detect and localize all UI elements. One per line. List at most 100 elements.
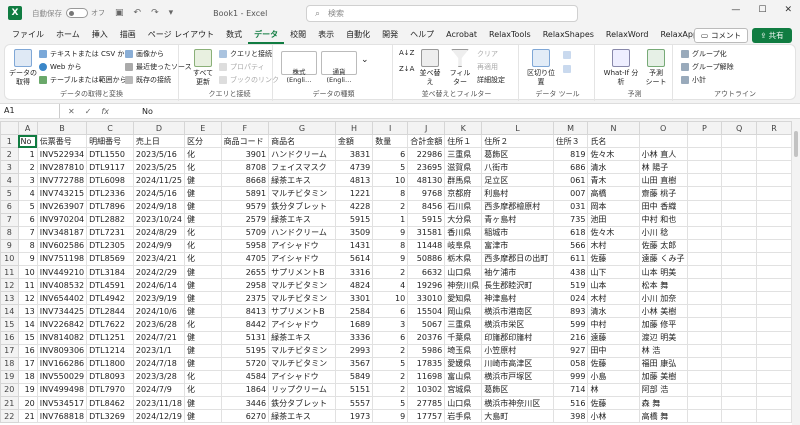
tab-1[interactable]: ホーム	[50, 26, 86, 44]
flash-fill-icon[interactable]	[563, 51, 571, 59]
row-header[interactable]: 17	[0, 343, 19, 358]
cell[interactable]: 健	[183, 304, 222, 319]
cell[interactable]: 小林 美樹	[638, 304, 688, 319]
row-header[interactable]: 8	[0, 225, 19, 240]
tab-10[interactable]: 開発	[376, 26, 404, 44]
column-header[interactable]: F	[220, 121, 270, 136]
filter-button[interactable]: フィルター	[447, 49, 473, 87]
cell[interactable]: INV654402	[36, 291, 88, 306]
cell[interactable]: 滋賀県	[444, 160, 483, 175]
cell[interactable]: 鉄分タブレット	[268, 395, 336, 411]
cell[interactable]: DTL6098	[86, 173, 134, 188]
web-button[interactable]: Web から	[39, 62, 82, 72]
cell[interactable]: 袖ケ浦市	[481, 265, 554, 280]
cell[interactable]: 化	[183, 317, 222, 332]
cell[interactable]: 岐阜県	[444, 238, 483, 253]
cell[interactable]: DTL8462	[86, 395, 134, 411]
cell[interactable]	[756, 147, 792, 162]
cell[interactable]: 2023/11/18	[132, 395, 185, 411]
cell[interactable]: 5	[372, 160, 409, 175]
cell[interactable]: 化	[183, 382, 222, 397]
cell[interactable]: 高橋 舞	[638, 409, 688, 424]
cell[interactable]	[721, 369, 758, 384]
tab-6[interactable]: データ	[248, 26, 285, 44]
clear-button[interactable]: クリア	[477, 49, 498, 59]
cell[interactable]: INV734425	[36, 304, 88, 319]
reapply-button[interactable]: 再適用	[477, 62, 498, 72]
cell[interactable]: INV814082	[36, 330, 88, 345]
cell[interactable]: 利島村	[481, 186, 554, 201]
cell[interactable]: 15504	[407, 304, 446, 319]
cell[interactable]: 化	[183, 147, 222, 162]
cell[interactable]: 加藤 美樹	[638, 369, 688, 384]
cell[interactable]	[756, 317, 792, 332]
tab-13[interactable]: RelaxTools	[483, 26, 537, 44]
cell[interactable]: 9	[372, 225, 409, 240]
cell[interactable]: DTL1251	[86, 330, 134, 345]
cell[interactable]: 3	[372, 317, 409, 332]
cell[interactable]: 5720	[220, 356, 270, 371]
cell[interactable]: 化	[183, 251, 222, 267]
cell[interactable]: 1864	[220, 382, 270, 397]
cell[interactable]: 田中	[587, 343, 640, 358]
cell[interactable]: 林	[587, 382, 640, 397]
cell[interactable]: 3567	[334, 356, 374, 371]
cell[interactable]: 5	[17, 199, 38, 214]
cell[interactable]: No	[17, 134, 38, 149]
cell[interactable]	[686, 278, 723, 293]
cell[interactable]: 八街市	[481, 160, 554, 175]
cell[interactable]	[686, 212, 723, 227]
tab-11[interactable]: ヘルプ	[404, 26, 440, 44]
cell[interactable]: INV751198	[36, 251, 88, 267]
cell[interactable]	[756, 186, 792, 201]
cell[interactable]: 三重県	[444, 317, 483, 332]
cell[interactable]: 神奈川県	[444, 278, 483, 293]
cell[interactable]: 住所２	[481, 134, 554, 149]
cell[interactable]: 遠藤 くみ子	[638, 251, 688, 267]
cell[interactable]	[686, 317, 723, 332]
recent-sources-button[interactable]: 最近使ったソース	[125, 62, 192, 72]
column-header[interactable]: R	[756, 121, 792, 136]
cell[interactable]: 足立区	[481, 173, 554, 188]
cell[interactable]: 398	[552, 409, 589, 424]
cell[interactable]: 横浜市戸塚区	[481, 369, 554, 384]
cell[interactable]: INV550029	[36, 369, 88, 384]
cell[interactable]: 林 陽子	[638, 160, 688, 175]
cell[interactable]: 2	[372, 382, 409, 397]
cell[interactable]: サプリメントB	[268, 304, 336, 319]
existing-connections-button[interactable]: 既存の接続	[125, 75, 171, 85]
cell[interactable]: DTL1214	[86, 343, 134, 358]
cell[interactable]: 2993	[334, 343, 374, 358]
row-header[interactable]: 18	[0, 356, 19, 371]
tab-9[interactable]: 自動化	[340, 26, 376, 44]
cell[interactable]: 栃木県	[444, 251, 483, 267]
cell[interactable]	[721, 147, 758, 162]
cell[interactable]: 20376	[407, 330, 446, 345]
cell[interactable]: 長生郡睦沢町	[481, 278, 554, 293]
cell[interactable]: DTL2844	[86, 304, 134, 319]
cell[interactable]: 緑茶エキス	[268, 409, 336, 424]
cell[interactable]: 2023/10/24	[132, 212, 185, 227]
cell[interactable]: 2024/6/14	[132, 278, 185, 293]
cell[interactable]	[686, 395, 723, 411]
cell[interactable]	[721, 186, 758, 201]
cell[interactable]	[756, 173, 792, 188]
tab-12[interactable]: Acrobat	[440, 26, 483, 44]
column-header[interactable]: N	[587, 121, 640, 136]
cell[interactable]: 3336	[334, 330, 374, 345]
cell[interactable]: 50886	[407, 251, 446, 267]
cell[interactable]: 17	[17, 356, 38, 371]
cell[interactable]: 2024/7/21	[132, 330, 185, 345]
cell[interactable]: 031	[552, 199, 589, 214]
cell[interactable]: 西多摩郡日の出町	[481, 251, 554, 267]
cell[interactable]: マルチビタミン	[268, 291, 336, 306]
cell[interactable]: DTL1550	[86, 147, 134, 162]
cell[interactable]: 2655	[220, 265, 270, 280]
cell[interactable]: 3301	[334, 291, 374, 306]
cell[interactable]: 健	[183, 330, 222, 345]
cell[interactable]: 48130	[407, 173, 446, 188]
cell[interactable]: 2023/6/28	[132, 317, 185, 332]
cell[interactable]: DTL7622	[86, 317, 134, 332]
what-if-button[interactable]: What-If 分析	[601, 49, 641, 87]
cell[interactable]: 6	[372, 147, 409, 162]
